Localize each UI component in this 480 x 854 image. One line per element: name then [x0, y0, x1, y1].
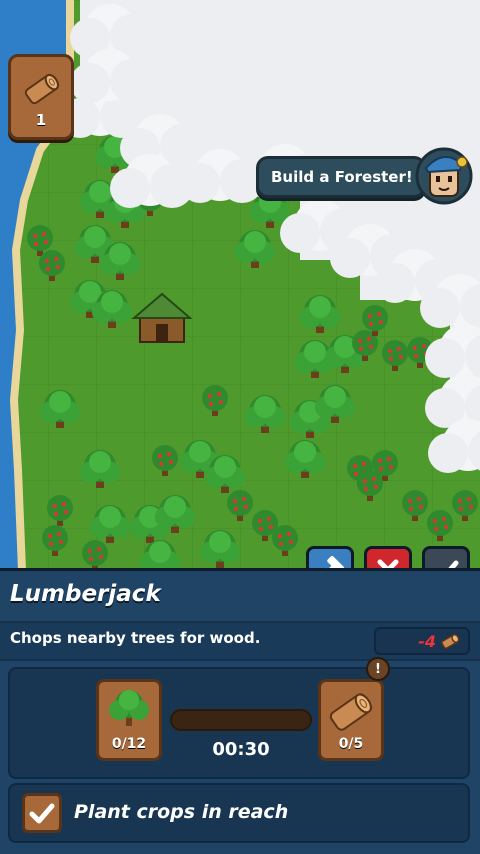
- plant-crops-label: Plant crops in reach: [74, 801, 289, 823]
- production-progress-bar: [170, 709, 312, 731]
- production-section: 0/12 00:30 0/5 !: [8, 657, 470, 779]
- building-description: Chops nearby trees for wood.: [10, 629, 261, 647]
- input-slot-trees[interactable]: 0/12: [96, 679, 162, 761]
- log-icon: [329, 693, 373, 731]
- wood-resource-counter[interactable]: 1: [8, 54, 74, 140]
- wood-count: 1: [35, 111, 47, 129]
- input-count: 0/12: [111, 736, 147, 752]
- tutorial-hint-bubble[interactable]: Build a Forester!: [256, 156, 426, 198]
- building-info-panel: Lumberjack Chops nearby trees for wood. …: [0, 568, 480, 854]
- output-alert-badge: !: [366, 657, 390, 681]
- output-slot-wood[interactable]: 0/5: [318, 679, 384, 761]
- output-count: 0/5: [338, 736, 364, 752]
- building-title: Lumberjack: [10, 581, 161, 607]
- log-icon: [441, 633, 460, 649]
- hint-text: Build a Forester!: [271, 168, 413, 186]
- check-icon: [29, 803, 55, 824]
- tree-icon: [109, 690, 149, 726]
- log-icon: [24, 73, 60, 105]
- production-timer: 00:30: [212, 739, 270, 760]
- upkeep-value: -4: [418, 631, 436, 651]
- advisor-avatar[interactable]: [414, 146, 474, 206]
- plant-crops-checkbox[interactable]: [22, 793, 62, 833]
- upkeep-indicator: -4: [374, 627, 470, 655]
- game-screen: 1 Build a Forester! Lumberjack Chops nea…: [0, 0, 480, 854]
- plant-crops-option[interactable]: Plant crops in reach: [8, 783, 470, 843]
